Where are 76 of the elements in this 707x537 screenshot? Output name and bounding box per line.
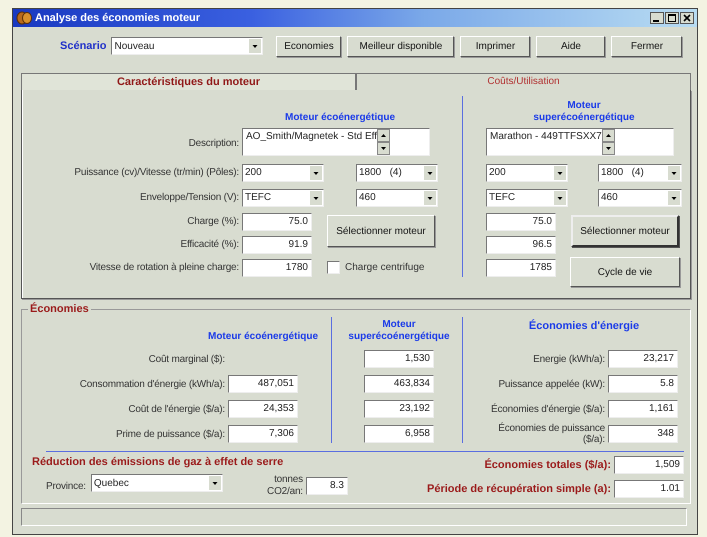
value-field[interactable]: 5.8: [608, 375, 678, 393]
speed-dropdown[interactable]: 1800 (4): [598, 164, 682, 182]
column-heading: Moteur écoénergétique: [284, 112, 396, 124]
spinner-icon[interactable]: [602, 129, 615, 155]
speed-field[interactable]: 1785: [486, 258, 556, 276]
life-cycle-button[interactable]: Cycle de vie: [570, 257, 680, 287]
value-field[interactable]: 24,353: [228, 400, 298, 418]
field-label: Puissance (cv)/Vitesse (tr/min) (Pôles):: [73, 167, 240, 178]
toolbar-button[interactable]: Meilleur disponible: [347, 36, 454, 56]
group-title: Économies: [28, 303, 91, 315]
field-label: Charge (%):: [186, 216, 240, 227]
voltage-dropdown[interactable]: 460: [598, 188, 682, 206]
charge-field[interactable]: 75.0: [242, 212, 312, 230]
value-field[interactable]: 463,834: [364, 375, 434, 393]
field-label: Coût de l'énergie ($/a):: [127, 404, 226, 414]
value-field[interactable]: 1,530: [364, 350, 434, 368]
section-title: Réduction des émissions de gaz à effet de serre: [32, 456, 284, 468]
maximize-icon[interactable]: [665, 12, 679, 24]
select-motor-button[interactable]: Sélectionner moteur: [327, 215, 435, 247]
total-field[interactable]: 1,509: [614, 456, 684, 474]
field-label: Puissance appelée (kW):: [497, 378, 606, 390]
field-label: Energie (kWh/a):: [532, 354, 606, 364]
value-field[interactable]: 23,192: [364, 400, 434, 418]
value-field[interactable]: 6,958: [364, 425, 434, 443]
value-field[interactable]: 23,217: [608, 350, 678, 368]
tab[interactable]: Coûts/Utilisation: [356, 73, 691, 90]
field-label: Coût marginal ($):: [148, 354, 226, 364]
description-field[interactable]: Marathon - 449TTFSXX7: [486, 128, 674, 156]
total-label: Période de récupération simple (a):: [427, 483, 611, 495]
coins-icon: [16, 11, 32, 25]
speed-field[interactable]: 1780: [242, 258, 312, 276]
value-field[interactable]: 7,306: [228, 425, 298, 443]
power-dropdown[interactable]: 200: [242, 164, 324, 182]
field-label: Efficacité (%):: [180, 239, 240, 250]
voltage-dropdown[interactable]: 460: [356, 188, 438, 206]
enclosure-dropdown[interactable]: TEFC: [242, 188, 324, 206]
spinner-icon[interactable]: [377, 129, 390, 155]
field-label: Prime de puissance ($/a):: [115, 428, 226, 440]
field-label: Économies d'énergie ($/a):: [490, 404, 606, 414]
column-heading: Moteur superécoénergétique: [532, 100, 636, 124]
toolbar-button[interactable]: Economies: [276, 36, 342, 56]
efficiency-field[interactable]: 91.9: [242, 236, 312, 254]
minimize-icon[interactable]: [650, 12, 664, 24]
field-label: Consommation d'énergie (kWh/a):: [78, 378, 226, 390]
select-motor-button[interactable]: Sélectionner moteur: [571, 215, 679, 247]
speed-dropdown[interactable]: 1800 (4): [356, 164, 438, 182]
charge-field[interactable]: 75.0: [486, 212, 556, 230]
centrifugal-checkbox[interactable]: Charge centrifuge: [324, 258, 486, 277]
field-label: Description:: [188, 138, 240, 148]
tab[interactable]: Caractéristiques du moteur: [21, 73, 356, 90]
scenario-label: Scénario: [60, 40, 106, 52]
field-label: Province:: [46, 480, 87, 492]
value-field[interactable]: 487,051: [228, 375, 298, 393]
field-label: tonnes CO2/an:: [266, 474, 304, 498]
field-label: Enveloppe/Tension (V):: [139, 192, 240, 203]
province-dropdown[interactable]: Quebec: [90, 474, 223, 492]
column-heading: Économies d'énergie: [528, 320, 640, 332]
column-heading: Moteur écoénergétique: [206, 331, 320, 343]
enclosure-dropdown[interactable]: TEFC: [486, 188, 568, 206]
field-label: Vitesse de rotation à pleine charge:: [88, 262, 240, 273]
value-field[interactable]: 1,161: [608, 400, 678, 418]
toolbar-button[interactable]: Aide: [536, 36, 606, 56]
power-dropdown[interactable]: 200: [486, 164, 568, 182]
description-field[interactable]: AO_Smith/Magnetek - Std Eff: [242, 128, 430, 156]
total-field[interactable]: 1.01: [614, 480, 684, 498]
scenario-dropdown[interactable]: Nouveau: [111, 37, 264, 55]
close-icon[interactable]: [680, 12, 694, 24]
value-field[interactable]: 348: [608, 425, 678, 443]
total-label: Économies totales ($/a):: [483, 459, 611, 471]
column-heading: Moteur superécoénergétique: [347, 319, 451, 343]
window-title: Analyse des économies moteur: [35, 12, 200, 24]
efficiency-field[interactable]: 96.5: [486, 236, 556, 254]
tonnes-field[interactable]: 8.3: [306, 477, 348, 495]
field-label: Économies de puissance ($/a):: [497, 423, 606, 445]
toolbar-button[interactable]: Imprimer: [460, 36, 530, 56]
toolbar-button[interactable]: Fermer: [611, 36, 682, 56]
